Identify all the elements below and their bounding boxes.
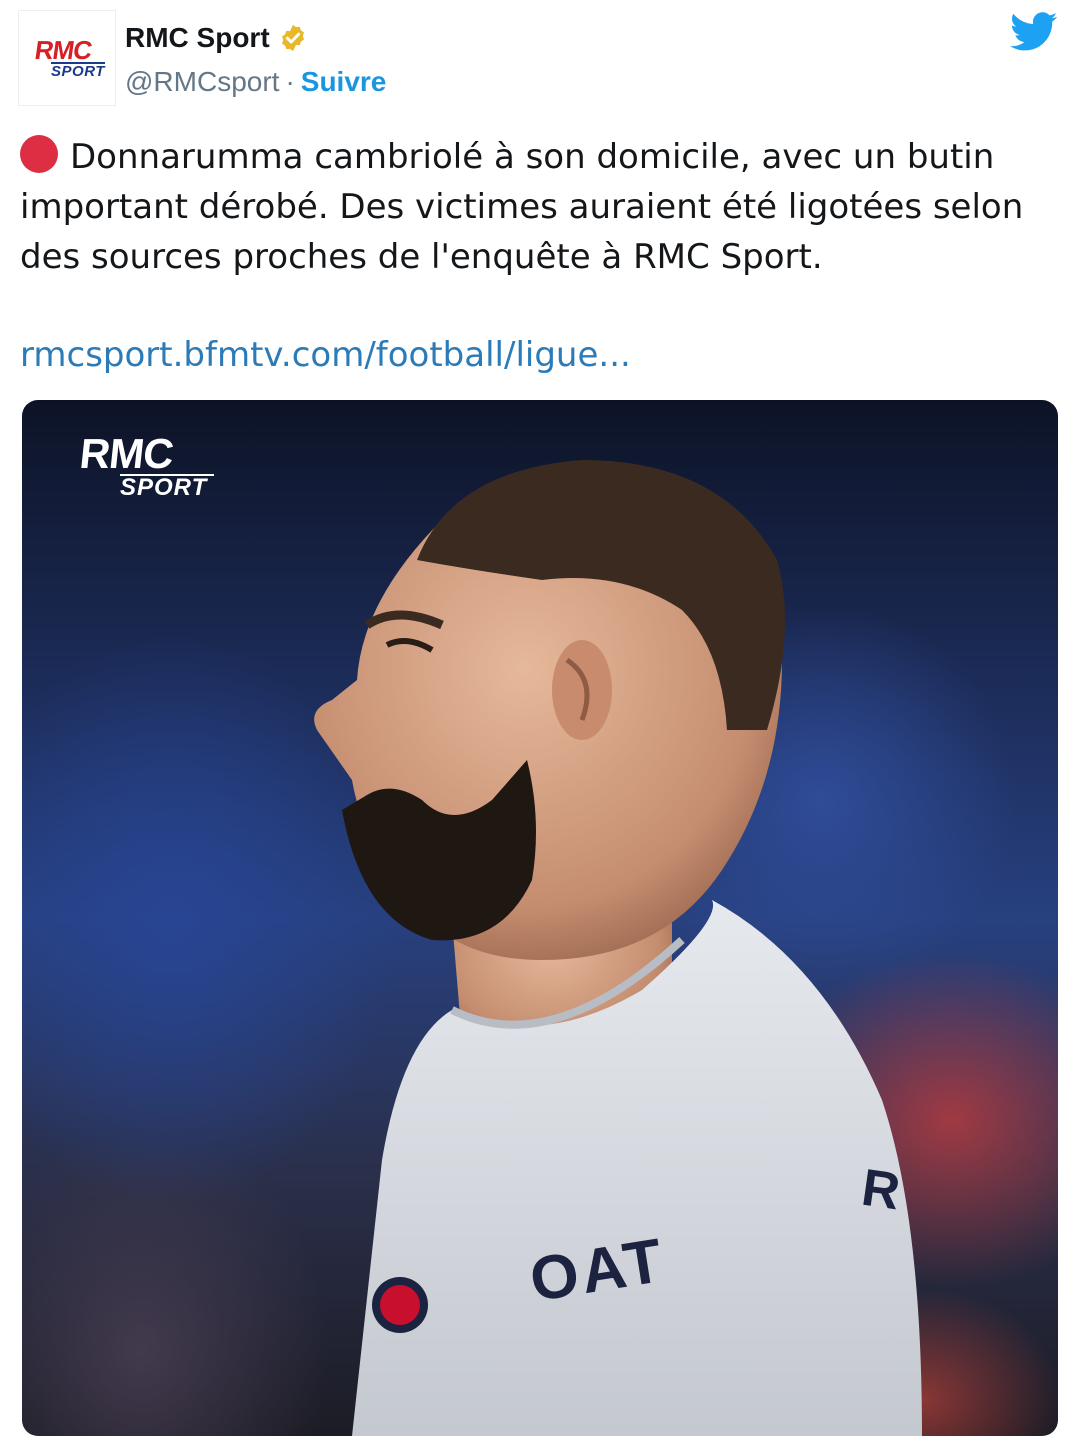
avatar[interactable]: RMC SPORT xyxy=(18,10,116,106)
media-watermark-rmc: RMC xyxy=(77,430,176,477)
twitter-bird-icon[interactable] xyxy=(1010,12,1058,52)
separator-dot: · xyxy=(285,66,295,97)
avatar-logo-rmc: RMC xyxy=(32,34,94,65)
tweet-link[interactable]: rmcsport.bfmtv.com/football/ligue... xyxy=(20,330,631,380)
account-name-row: RMC Sport xyxy=(125,20,308,56)
media-watermark-sport: SPORT xyxy=(120,474,214,500)
tweet-image[interactable]: RMC SPORT OAT R xyxy=(22,400,1058,1436)
tweet-text: Donnarumma cambriolé à son domicile, ave… xyxy=(20,132,1060,282)
tweet-body: Donnarumma cambriolé à son domicile, ave… xyxy=(20,137,1024,277)
tweet-card: RMC SPORT RMC Sport @RMCsport · Suivre D… xyxy=(0,0,1080,1454)
media-watermark-logo: RMC SPORT xyxy=(77,430,214,500)
account-name[interactable]: RMC Sport xyxy=(125,20,270,56)
follow-button[interactable]: Suivre xyxy=(301,64,387,100)
handle-row: @RMCsport · Suivre xyxy=(125,64,386,100)
red-circle-icon xyxy=(20,135,58,173)
verified-badge-icon xyxy=(281,24,304,52)
account-handle[interactable]: @RMCsport xyxy=(125,64,279,100)
